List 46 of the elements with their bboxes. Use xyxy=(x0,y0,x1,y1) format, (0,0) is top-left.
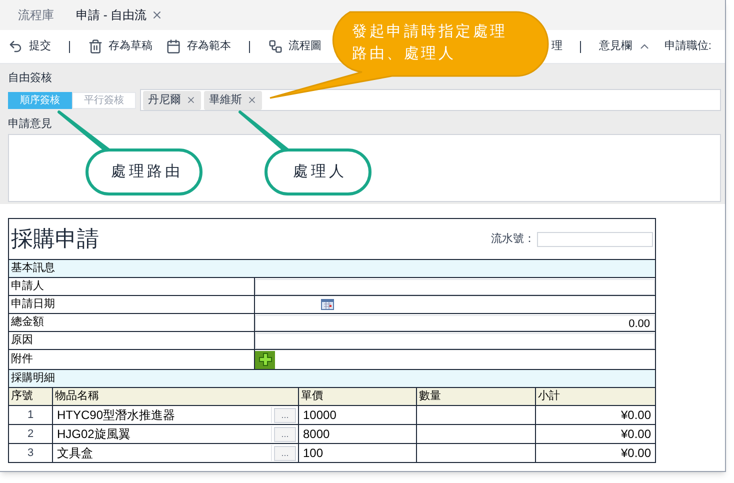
toolbar-button[interactable]: 存為範本 xyxy=(166,38,232,55)
item-name-field[interactable]: HTYC90型潛水推進器 xyxy=(53,407,272,423)
section-label: 申請意見 xyxy=(8,116,53,132)
column-header: 小計 xyxy=(536,388,656,406)
toolbar-button[interactable]: 意見欄 xyxy=(598,38,651,55)
section-header: 採購明細 xyxy=(8,370,656,388)
table-cell: 100 xyxy=(298,444,416,462)
table-cell: ¥0.00 xyxy=(536,444,656,462)
field-label: 申請人 xyxy=(8,278,254,296)
amount-field[interactable]: 0.00 xyxy=(255,314,655,330)
toolbar-button[interactable]: 存為草稿 xyxy=(88,38,153,55)
field-label: 原因 xyxy=(8,332,254,350)
column-header: 數量 xyxy=(416,388,536,406)
callout-text: 處理人 xyxy=(293,161,347,182)
field-label: 流水號： xyxy=(491,232,535,247)
toolbar-button[interactable]: 理 xyxy=(551,38,562,55)
table-cell: 10000 xyxy=(298,406,416,424)
toolbar-button[interactable]: 流程圖 xyxy=(268,38,322,55)
callout-text: 處理路由 xyxy=(111,161,183,182)
section-header: 基本訊息 xyxy=(8,260,656,278)
item-name-field[interactable]: HJG02旋風翼 xyxy=(53,426,272,442)
field-label: 總金額 xyxy=(8,314,254,332)
item-name-field[interactable]: 文具盒 xyxy=(53,445,272,461)
table-cell: ¥0.00 xyxy=(536,406,656,424)
picker-button[interactable]: ... xyxy=(274,408,296,422)
assignee-field[interactable]: 丹尼爾 畢維斯 xyxy=(140,89,721,111)
table-cell: 1 xyxy=(8,406,52,424)
assignee-chip[interactable]: 丹尼爾 xyxy=(143,90,201,110)
toolbar-button[interactable]: 提交 xyxy=(8,38,51,55)
form-title: 採購申請 xyxy=(11,226,99,254)
column-header: 序號 xyxy=(8,388,52,406)
tab[interactable]: 流程庫 xyxy=(14,6,58,24)
toolbar-button[interactable]: 申請職位: xyxy=(664,38,712,55)
picker-button[interactable]: ... xyxy=(274,426,296,442)
picker-button[interactable]: ... xyxy=(274,446,296,460)
column-header: 單價 xyxy=(298,388,416,406)
section-label: 自由簽核 xyxy=(8,71,53,86)
table-cell: 3 xyxy=(8,444,52,462)
table-cell: 8000 xyxy=(298,424,416,444)
field-label: 申請日期 xyxy=(8,296,254,314)
tab[interactable]: 申請 - 自由流 xyxy=(72,6,167,24)
assignee-chip[interactable]: 畢維斯 xyxy=(204,90,262,110)
table-cell: 2 xyxy=(8,424,52,444)
callout-text: 發起申請時指定處理路由、處理人 xyxy=(352,21,508,64)
column-header: 物品名稱 xyxy=(52,388,298,406)
table-cell: ¥0.00 xyxy=(536,424,656,444)
